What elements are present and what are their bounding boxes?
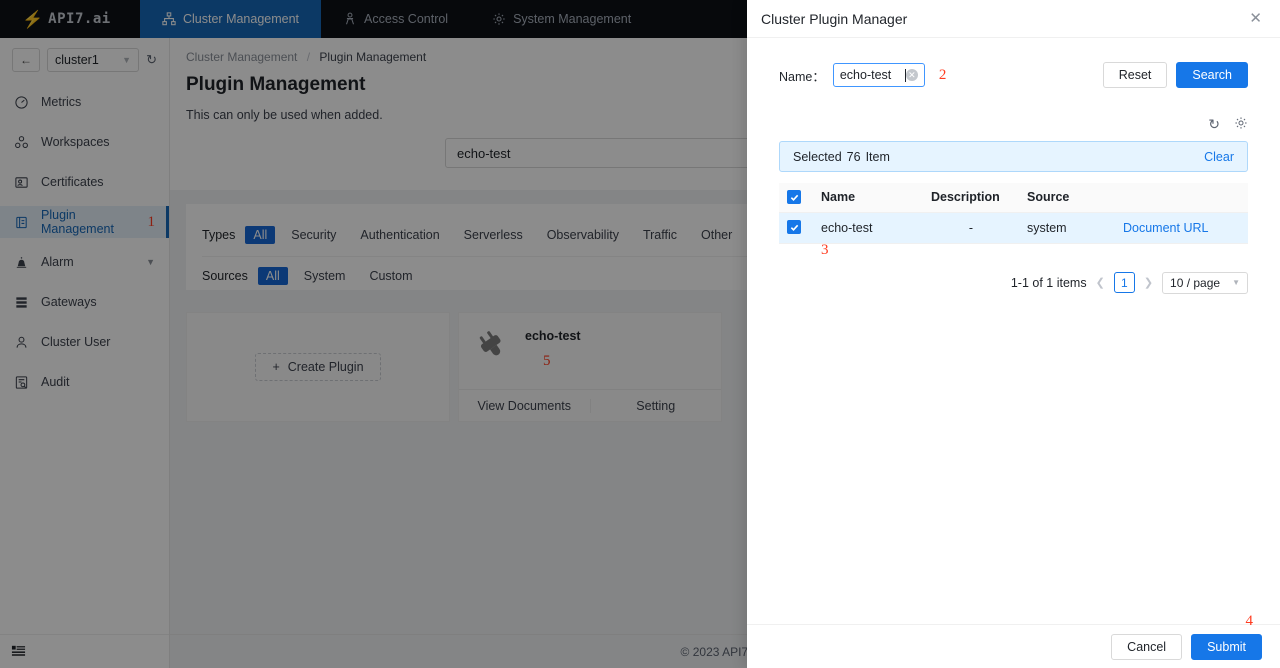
document-url-link[interactable]: Document URL bbox=[1123, 221, 1208, 235]
cluster-plugin-manager-drawer: Cluster Plugin Manager ✕ Name： echo-test… bbox=[747, 0, 1280, 668]
gear-icon[interactable] bbox=[1234, 116, 1248, 133]
table-row[interactable]: echo-test - system Document URL bbox=[779, 212, 1248, 244]
annotation-3-slot: 3 bbox=[779, 241, 1248, 260]
name-field-label: Name： bbox=[779, 69, 825, 84]
select-all-header bbox=[779, 183, 813, 213]
page-size-select[interactable]: 10 / page ▼ bbox=[1162, 271, 1248, 294]
name-input-value: echo-test bbox=[839, 68, 892, 82]
app-root: ⚡ API7.ai Cluster Management Access Cont… bbox=[0, 0, 1280, 668]
table-head: Name Description Source bbox=[779, 183, 1248, 213]
search-button[interactable]: Search bbox=[1176, 62, 1248, 88]
drawer-body: Name： echo-test ✕ 2 Reset Search ↻ Selec… bbox=[747, 38, 1280, 624]
name-input[interactable]: echo-test ✕ bbox=[832, 63, 925, 87]
column-header-source: Source bbox=[1019, 183, 1115, 213]
pagination-summary: 1-1 of 1 items bbox=[1010, 275, 1087, 290]
close-icon[interactable]: ✕ bbox=[1249, 11, 1262, 26]
selection-suffix: Item bbox=[865, 149, 890, 164]
chevron-right-icon[interactable]: ❯ bbox=[1144, 276, 1153, 289]
search-form-row: Name： echo-test ✕ 2 Reset Search bbox=[779, 60, 1248, 90]
clear-circle-icon[interactable]: ✕ bbox=[905, 69, 918, 81]
select-all-checkbox[interactable] bbox=[787, 190, 801, 204]
table-body: echo-test - system Document URL bbox=[779, 212, 1248, 244]
cell-name: echo-test bbox=[813, 212, 923, 244]
row-select-cell bbox=[779, 212, 813, 244]
annotation-marker-3: 3 bbox=[821, 241, 829, 258]
chevron-left-icon[interactable]: ❮ bbox=[1096, 276, 1105, 289]
table-header-row: Name Description Source bbox=[779, 183, 1248, 213]
page-number-1[interactable]: 1 bbox=[1113, 272, 1135, 293]
drawer-footer: 4 Cancel Submit bbox=[747, 613, 1280, 668]
column-header-description: Description bbox=[923, 183, 1019, 213]
reset-button[interactable]: Reset bbox=[1102, 62, 1168, 88]
cancel-button[interactable]: Cancel bbox=[1111, 633, 1183, 660]
selection-prefix: Selected bbox=[793, 149, 842, 164]
page-size-value: 10 / page bbox=[1170, 275, 1221, 290]
table-toolbar: ↻ bbox=[779, 116, 1248, 133]
annotation-marker-2: 2 bbox=[938, 66, 947, 83]
drawer-header: Cluster Plugin Manager ✕ bbox=[747, 0, 1280, 38]
selection-alert-bar: Selected 76 Item Clear bbox=[779, 141, 1248, 172]
row-checkbox[interactable] bbox=[787, 220, 801, 235]
drawer-title: Cluster Plugin Manager bbox=[761, 10, 908, 27]
chevron-down-icon: ▼ bbox=[1232, 278, 1240, 287]
submit-button[interactable]: Submit bbox=[1191, 633, 1262, 660]
column-header-link bbox=[1115, 183, 1248, 213]
column-header-name: Name bbox=[813, 183, 923, 213]
search-buttons: Reset Search bbox=[1102, 62, 1248, 88]
plugin-table: Name Description Source echo-test - syst… bbox=[779, 183, 1248, 244]
refresh-icon[interactable]: ↻ bbox=[1208, 116, 1220, 133]
cell-description: - bbox=[923, 212, 1019, 244]
cell-source: system bbox=[1019, 212, 1115, 244]
annotation-marker-4: 4 bbox=[1245, 613, 1254, 629]
selection-count: 76 bbox=[846, 149, 861, 164]
clear-selection-link[interactable]: Clear bbox=[1204, 150, 1234, 164]
table-pagination: 1-1 of 1 items ❮ 1 ❯ 10 / page ▼ bbox=[779, 271, 1248, 294]
cell-document-link: Document URL bbox=[1115, 212, 1248, 244]
